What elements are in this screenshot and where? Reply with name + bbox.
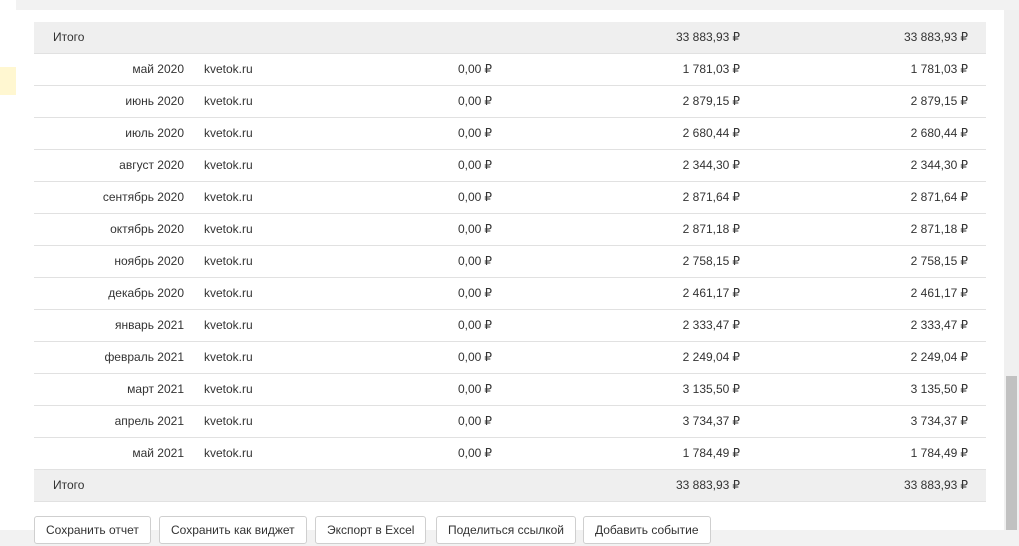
row-value-c: 2 680,44 ₽ xyxy=(910,126,968,140)
total-value-c: 33 883,93 ₽ xyxy=(903,30,968,44)
row-value-b: 2 758,15 ₽ xyxy=(682,254,740,268)
row-value-a: 0,00 ₽ xyxy=(458,318,492,332)
row-value-a: 0,00 ₽ xyxy=(458,350,492,364)
row-value-b: 2 879,15 ₽ xyxy=(682,94,740,108)
scrollbar-thumb[interactable] xyxy=(1006,376,1017,530)
total-value-b: 33 883,93 ₽ xyxy=(675,478,740,492)
row-value-b: 2 333,47 ₽ xyxy=(682,318,740,332)
table-row[interactable]: октябрь 2020 kvetok.ru 0,00 ₽ 2 871,18 ₽ 2 871… xyxy=(34,214,986,246)
total-label: Итого xyxy=(53,30,85,44)
row-site: kvetok.ru xyxy=(204,126,253,140)
row-value-a: 0,00 ₽ xyxy=(458,62,492,76)
row-site: kvetok.ru xyxy=(204,286,253,300)
row-site: kvetok.ru xyxy=(204,190,253,204)
row-month: март 2021 xyxy=(127,382,184,396)
row-value-a: 0,00 ₽ xyxy=(458,94,492,108)
row-site: kvetok.ru xyxy=(204,382,253,396)
table-row[interactable]: июль 2020 kvetok.ru 0,00 ₽ 2 680,44 ₽ 2 680,44… xyxy=(34,118,986,150)
table-row[interactable]: апрель 2021 kvetok.ru 0,00 ₽ 3 734,37 ₽ 3 734,… xyxy=(34,406,986,438)
row-value-c: 2 871,18 ₽ xyxy=(910,222,968,236)
table-row[interactable]: ноябрь 2020 kvetok.ru 0,00 ₽ 2 758,15 ₽ 2 758,… xyxy=(34,246,986,278)
row-site: kvetok.ru xyxy=(204,222,253,236)
row-value-a: 0,00 ₽ xyxy=(458,158,492,172)
row-value-c: 3 135,50 ₽ xyxy=(910,382,968,396)
row-month: февраль 2021 xyxy=(104,350,184,364)
save-as-widget-button[interactable]: Сохранить как виджет xyxy=(159,516,307,544)
row-value-b: 3 734,37 ₽ xyxy=(682,414,740,428)
export-excel-button[interactable]: Экспорт в Excel xyxy=(315,516,427,544)
table-row[interactable]: август 2020 kvetok.ru 0,00 ₽ 2 344,30 ₽ 2 344,… xyxy=(34,150,986,182)
row-month: сентябрь 2020 xyxy=(102,190,184,204)
row-value-b: 1 784,49 ₽ xyxy=(682,446,740,460)
row-month: ноябрь 2020 xyxy=(114,254,184,268)
total-row-bottom: Итого 33 883,93 ₽ 33 883,93 ₽ xyxy=(34,470,986,502)
table-row[interactable]: март 2021 kvetok.ru 0,00 ₽ 3 135,50 ₽ 3 135,50… xyxy=(34,374,986,406)
table-row[interactable]: май 2020 kvetok.ru 0,00 ₽ 1 781,03 ₽ 1 781,03 ₽ xyxy=(34,54,986,86)
share-link-button[interactable]: Поделиться ссылкой xyxy=(436,516,576,544)
row-month: июнь 2020 xyxy=(125,94,184,108)
total-row-top: Итого 33 883,93 ₽ 33 883,93 ₽ xyxy=(34,22,986,54)
row-month: декабрь 2020 xyxy=(108,286,184,300)
table-row[interactable]: май 2021 kvetok.ru 0,00 ₽ 1 784,49 ₽ 1 784,49 ₽ xyxy=(34,438,986,470)
row-value-b: 2 344,30 ₽ xyxy=(682,158,740,172)
row-value-c: 1 781,03 ₽ xyxy=(910,62,968,76)
row-value-a: 0,00 ₽ xyxy=(458,254,492,268)
report-panel: Итого 33 883,93 ₽ 33 883,93 ₽ май 2020 kvet… xyxy=(16,10,1004,544)
row-value-b: 1 781,03 ₽ xyxy=(682,62,740,76)
row-value-c: 2 461,17 ₽ xyxy=(910,286,968,300)
row-site: kvetok.ru xyxy=(204,350,253,364)
table-row[interactable]: сентябрь 2020 kvetok.ru 0,00 ₽ 2 871,64 ₽ 2 87… xyxy=(34,182,986,214)
row-value-c: 2 871,64 ₽ xyxy=(910,190,968,204)
row-month: апрель 2021 xyxy=(114,414,184,428)
row-month: июль 2020 xyxy=(125,126,184,140)
row-value-c: 2 344,30 ₽ xyxy=(910,158,968,172)
left-highlight-marker xyxy=(0,67,16,95)
row-value-a: 0,00 ₽ xyxy=(458,222,492,236)
row-site: kvetok.ru xyxy=(204,318,253,332)
row-site: kvetok.ru xyxy=(204,254,253,268)
row-value-b: 2 871,64 ₽ xyxy=(682,190,740,204)
table-body: май 2020 kvetok.ru 0,00 ₽ 1 781,03 ₽ 1 781,03 ₽… xyxy=(34,54,986,470)
row-value-c: 1 784,49 ₽ xyxy=(910,446,968,460)
row-value-c: 2 333,47 ₽ xyxy=(910,318,968,332)
row-value-a: 0,00 ₽ xyxy=(458,382,492,396)
row-month: август 2020 xyxy=(119,158,184,172)
table-row[interactable]: декабрь 2020 kvetok.ru 0,00 ₽ 2 461,17 ₽ 2 461… xyxy=(34,278,986,310)
total-value-b: 33 883,93 ₽ xyxy=(675,30,740,44)
row-value-b: 2 871,18 ₽ xyxy=(682,222,740,236)
row-value-a: 0,00 ₽ xyxy=(458,190,492,204)
row-value-c: 2 758,15 ₽ xyxy=(910,254,968,268)
report-table: Итого 33 883,93 ₽ 33 883,93 ₽ май 2020 kvet… xyxy=(34,22,986,502)
row-value-a: 0,00 ₽ xyxy=(458,126,492,140)
row-value-a: 0,00 ₽ xyxy=(458,414,492,428)
row-month: май 2021 xyxy=(132,446,184,460)
row-value-b: 3 135,50 ₽ xyxy=(682,382,740,396)
save-report-button[interactable]: Сохранить отчет xyxy=(34,516,151,544)
table-row[interactable]: февраль 2021 kvetok.ru 0,00 ₽ 2 249,04 ₽ 2 249… xyxy=(34,342,986,374)
vertical-scrollbar[interactable] xyxy=(1004,10,1019,530)
row-value-c: 2 249,04 ₽ xyxy=(910,350,968,364)
row-site: kvetok.ru xyxy=(204,94,253,108)
row-value-a: 0,00 ₽ xyxy=(458,286,492,300)
row-site: kvetok.ru xyxy=(204,158,253,172)
row-value-b: 2 461,17 ₽ xyxy=(682,286,740,300)
row-value-b: 2 249,04 ₽ xyxy=(682,350,740,364)
row-value-c: 3 734,37 ₽ xyxy=(910,414,968,428)
row-month: октябрь 2020 xyxy=(110,222,184,236)
row-value-c: 2 879,15 ₽ xyxy=(910,94,968,108)
row-value-a: 0,00 ₽ xyxy=(458,446,492,460)
total-value-c: 33 883,93 ₽ xyxy=(903,478,968,492)
row-site: kvetok.ru xyxy=(204,62,253,76)
add-event-button[interactable]: Добавить событие xyxy=(583,516,711,544)
row-month: январь 2021 xyxy=(115,318,184,332)
row-site: kvetok.ru xyxy=(204,446,253,460)
total-label: Итого xyxy=(53,478,85,492)
row-value-b: 2 680,44 ₽ xyxy=(682,126,740,140)
row-site: kvetok.ru xyxy=(204,414,253,428)
row-month: май 2020 xyxy=(132,62,184,76)
table-row[interactable]: январь 2021 kvetok.ru 0,00 ₽ 2 333,47 ₽ 2 333,… xyxy=(34,310,986,342)
table-row[interactable]: июнь 2020 kvetok.ru 0,00 ₽ 2 879,15 ₽ 2 879,15… xyxy=(34,86,986,118)
